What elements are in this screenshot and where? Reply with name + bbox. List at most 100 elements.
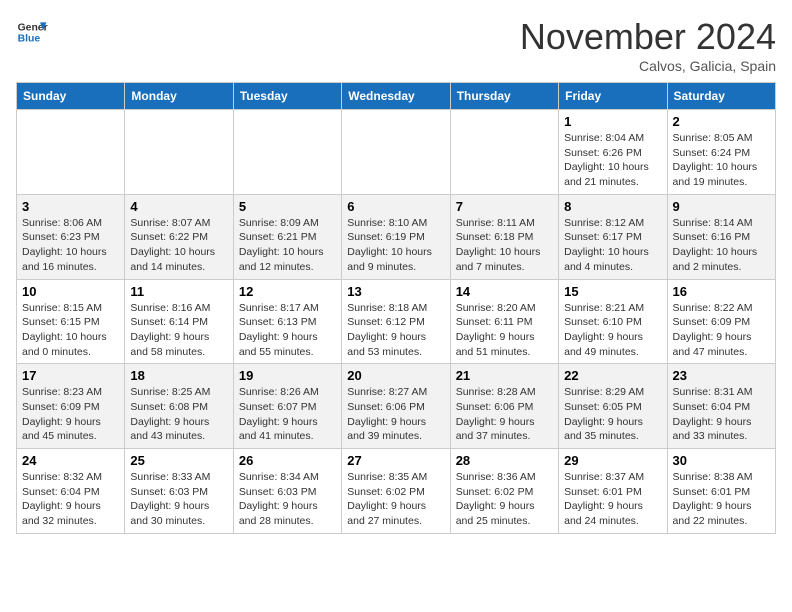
day-number: 3 (22, 199, 119, 214)
calendar-cell (233, 110, 341, 195)
weekday-header-sunday: Sunday (17, 83, 125, 110)
day-info: Sunrise: 8:36 AMSunset: 6:02 PMDaylight:… (456, 470, 553, 529)
day-info: Sunrise: 8:33 AMSunset: 6:03 PMDaylight:… (130, 470, 227, 529)
day-number: 27 (347, 453, 444, 468)
calendar-cell: 18 Sunrise: 8:25 AMSunset: 6:08 PMDayligh… (125, 364, 233, 449)
calendar-week-row: 1Sunrise: 8:04 AMSunset: 6:26 PMDaylight… (17, 110, 776, 195)
day-number: 16 (673, 284, 770, 299)
day-info: Sunrise: 8:32 AMSunset: 6:04 PMDaylight:… (22, 470, 119, 529)
logo: General Blue (16, 16, 48, 48)
day-number: 15 (564, 284, 661, 299)
day-number: 21 (456, 368, 553, 383)
calendar-week-row: 10 Sunrise: 8:15 AMSunset: 6:15 PMDayligh… (17, 279, 776, 364)
month-title: November 2024 (520, 16, 776, 58)
calendar-cell: 8 Sunrise: 8:12 AMSunset: 6:17 PMDaylight… (559, 194, 667, 279)
calendar-cell: 6 Sunrise: 8:10 AMSunset: 6:19 PMDaylight… (342, 194, 450, 279)
day-number: 13 (347, 284, 444, 299)
weekday-header-tuesday: Tuesday (233, 83, 341, 110)
day-number: 24 (22, 453, 119, 468)
calendar-cell: 12 Sunrise: 8:17 AMSunset: 6:13 PMDayligh… (233, 279, 341, 364)
calendar-cell: 13 Sunrise: 8:18 AMSunset: 6:12 PMDayligh… (342, 279, 450, 364)
weekday-header-monday: Monday (125, 83, 233, 110)
day-info: Sunrise: 8:11 AMSunset: 6:18 PMDaylight:… (456, 216, 553, 275)
day-number: 10 (22, 284, 119, 299)
logo-icon: General Blue (16, 16, 48, 48)
weekday-header-friday: Friday (559, 83, 667, 110)
calendar-cell: 15Sunrise: 8:21 AMSunset: 6:10 PMDayligh… (559, 279, 667, 364)
calendar-cell: 29 Sunrise: 8:37 AMSunset: 6:01 PMDayligh… (559, 449, 667, 534)
title-area: November 2024 Calvos, Galicia, Spain (520, 16, 776, 74)
day-info: Sunrise: 8:38 AMSunset: 6:01 PMDaylight:… (673, 470, 770, 529)
calendar-cell: 24 Sunrise: 8:32 AMSunset: 6:04 PMDayligh… (17, 449, 125, 534)
day-number: 2 (673, 114, 770, 129)
location-subtitle: Calvos, Galicia, Spain (520, 58, 776, 74)
calendar-cell: 9 Sunrise: 8:14 AMSunset: 6:16 PMDaylight… (667, 194, 775, 279)
weekday-header-saturday: Saturday (667, 83, 775, 110)
day-info: Sunrise: 8:34 AMSunset: 6:03 PMDaylight:… (239, 470, 336, 529)
calendar-cell: 23 Sunrise: 8:31 AMSunset: 6:04 PMDayligh… (667, 364, 775, 449)
day-info: Sunrise: 8:27 AMSunset: 6:06 PMDaylight:… (347, 385, 444, 444)
day-number: 28 (456, 453, 553, 468)
day-info: Sunrise: 8:15 AMSunset: 6:15 PMDaylight:… (22, 301, 119, 360)
calendar-cell (450, 110, 558, 195)
calendar-table: SundayMondayTuesdayWednesdayThursdayFrid… (16, 82, 776, 534)
day-number: 6 (347, 199, 444, 214)
day-number: 1 (564, 114, 661, 129)
calendar-cell: 5Sunrise: 8:09 AMSunset: 6:21 PMDaylight… (233, 194, 341, 279)
day-number: 12 (239, 284, 336, 299)
calendar-week-row: 3Sunrise: 8:06 AMSunset: 6:23 PMDaylight… (17, 194, 776, 279)
day-info: Sunrise: 8:35 AMSunset: 6:02 PMDaylight:… (347, 470, 444, 529)
calendar-cell: 27 Sunrise: 8:35 AMSunset: 6:02 PMDayligh… (342, 449, 450, 534)
calendar-week-row: 17Sunrise: 8:23 AMSunset: 6:09 PMDayligh… (17, 364, 776, 449)
calendar-cell: 21 Sunrise: 8:28 AMSunset: 6:06 PMDayligh… (450, 364, 558, 449)
day-info: Sunrise: 8:31 AMSunset: 6:04 PMDaylight:… (673, 385, 770, 444)
day-info: Sunrise: 8:20 AMSunset: 6:11 PMDaylight:… (456, 301, 553, 360)
day-number: 30 (673, 453, 770, 468)
calendar-cell (17, 110, 125, 195)
calendar-cell (125, 110, 233, 195)
day-info: Sunrise: 8:14 AMSunset: 6:16 PMDaylight:… (673, 216, 770, 275)
svg-text:Blue: Blue (18, 34, 41, 45)
calendar-cell: 26Sunrise: 8:34 AMSunset: 6:03 PMDayligh… (233, 449, 341, 534)
calendar-cell: 25Sunrise: 8:33 AMSunset: 6:03 PMDayligh… (125, 449, 233, 534)
weekday-header-row: SundayMondayTuesdayWednesdayThursdayFrid… (17, 83, 776, 110)
day-info: Sunrise: 8:17 AMSunset: 6:13 PMDaylight:… (239, 301, 336, 360)
day-number: 29 (564, 453, 661, 468)
day-number: 9 (673, 199, 770, 214)
day-info: Sunrise: 8:29 AMSunset: 6:05 PMDaylight:… (564, 385, 661, 444)
calendar-cell: 1Sunrise: 8:04 AMSunset: 6:26 PMDaylight… (559, 110, 667, 195)
calendar-cell: 11Sunrise: 8:16 AMSunset: 6:14 PMDayligh… (125, 279, 233, 364)
day-number: 4 (130, 199, 227, 214)
calendar-cell: 4Sunrise: 8:07 AMSunset: 6:22 PMDaylight… (125, 194, 233, 279)
day-number: 17 (22, 368, 119, 383)
day-number: 22 (564, 368, 661, 383)
calendar-cell: 10 Sunrise: 8:15 AMSunset: 6:15 PMDayligh… (17, 279, 125, 364)
day-info: Sunrise: 8:05 AMSunset: 6:24 PMDaylight:… (673, 131, 770, 190)
day-number: 18 (130, 368, 227, 383)
calendar-cell: 17Sunrise: 8:23 AMSunset: 6:09 PMDayligh… (17, 364, 125, 449)
day-number: 7 (456, 199, 553, 214)
day-info: Sunrise: 8:25 AMSunset: 6:08 PMDaylight:… (130, 385, 227, 444)
day-info: Sunrise: 8:10 AMSunset: 6:19 PMDaylight:… (347, 216, 444, 275)
calendar-cell: 30 Sunrise: 8:38 AMSunset: 6:01 PMDayligh… (667, 449, 775, 534)
day-info: Sunrise: 8:12 AMSunset: 6:17 PMDaylight:… (564, 216, 661, 275)
weekday-header-thursday: Thursday (450, 83, 558, 110)
day-number: 11 (130, 284, 227, 299)
calendar-cell: 14 Sunrise: 8:20 AMSunset: 6:11 PMDayligh… (450, 279, 558, 364)
day-info: Sunrise: 8:37 AMSunset: 6:01 PMDaylight:… (564, 470, 661, 529)
calendar-cell: 28 Sunrise: 8:36 AMSunset: 6:02 PMDayligh… (450, 449, 558, 534)
day-info: Sunrise: 8:09 AMSunset: 6:21 PMDaylight:… (239, 216, 336, 275)
day-number: 8 (564, 199, 661, 214)
calendar-week-row: 24 Sunrise: 8:32 AMSunset: 6:04 PMDayligh… (17, 449, 776, 534)
day-info: Sunrise: 8:18 AMSunset: 6:12 PMDaylight:… (347, 301, 444, 360)
weekday-header-wednesday: Wednesday (342, 83, 450, 110)
calendar-cell: 7 Sunrise: 8:11 AMSunset: 6:18 PMDaylight… (450, 194, 558, 279)
day-number: 14 (456, 284, 553, 299)
calendar-cell: 20Sunrise: 8:27 AMSunset: 6:06 PMDayligh… (342, 364, 450, 449)
calendar-cell: 19Sunrise: 8:26 AMSunset: 6:07 PMDayligh… (233, 364, 341, 449)
calendar-cell: 16Sunrise: 8:22 AMSunset: 6:09 PMDayligh… (667, 279, 775, 364)
day-number: 23 (673, 368, 770, 383)
calendar-cell: 2 Sunrise: 8:05 AMSunset: 6:24 PMDaylight… (667, 110, 775, 195)
calendar-cell: 22 Sunrise: 8:29 AMSunset: 6:05 PMDayligh… (559, 364, 667, 449)
day-info: Sunrise: 8:28 AMSunset: 6:06 PMDaylight:… (456, 385, 553, 444)
